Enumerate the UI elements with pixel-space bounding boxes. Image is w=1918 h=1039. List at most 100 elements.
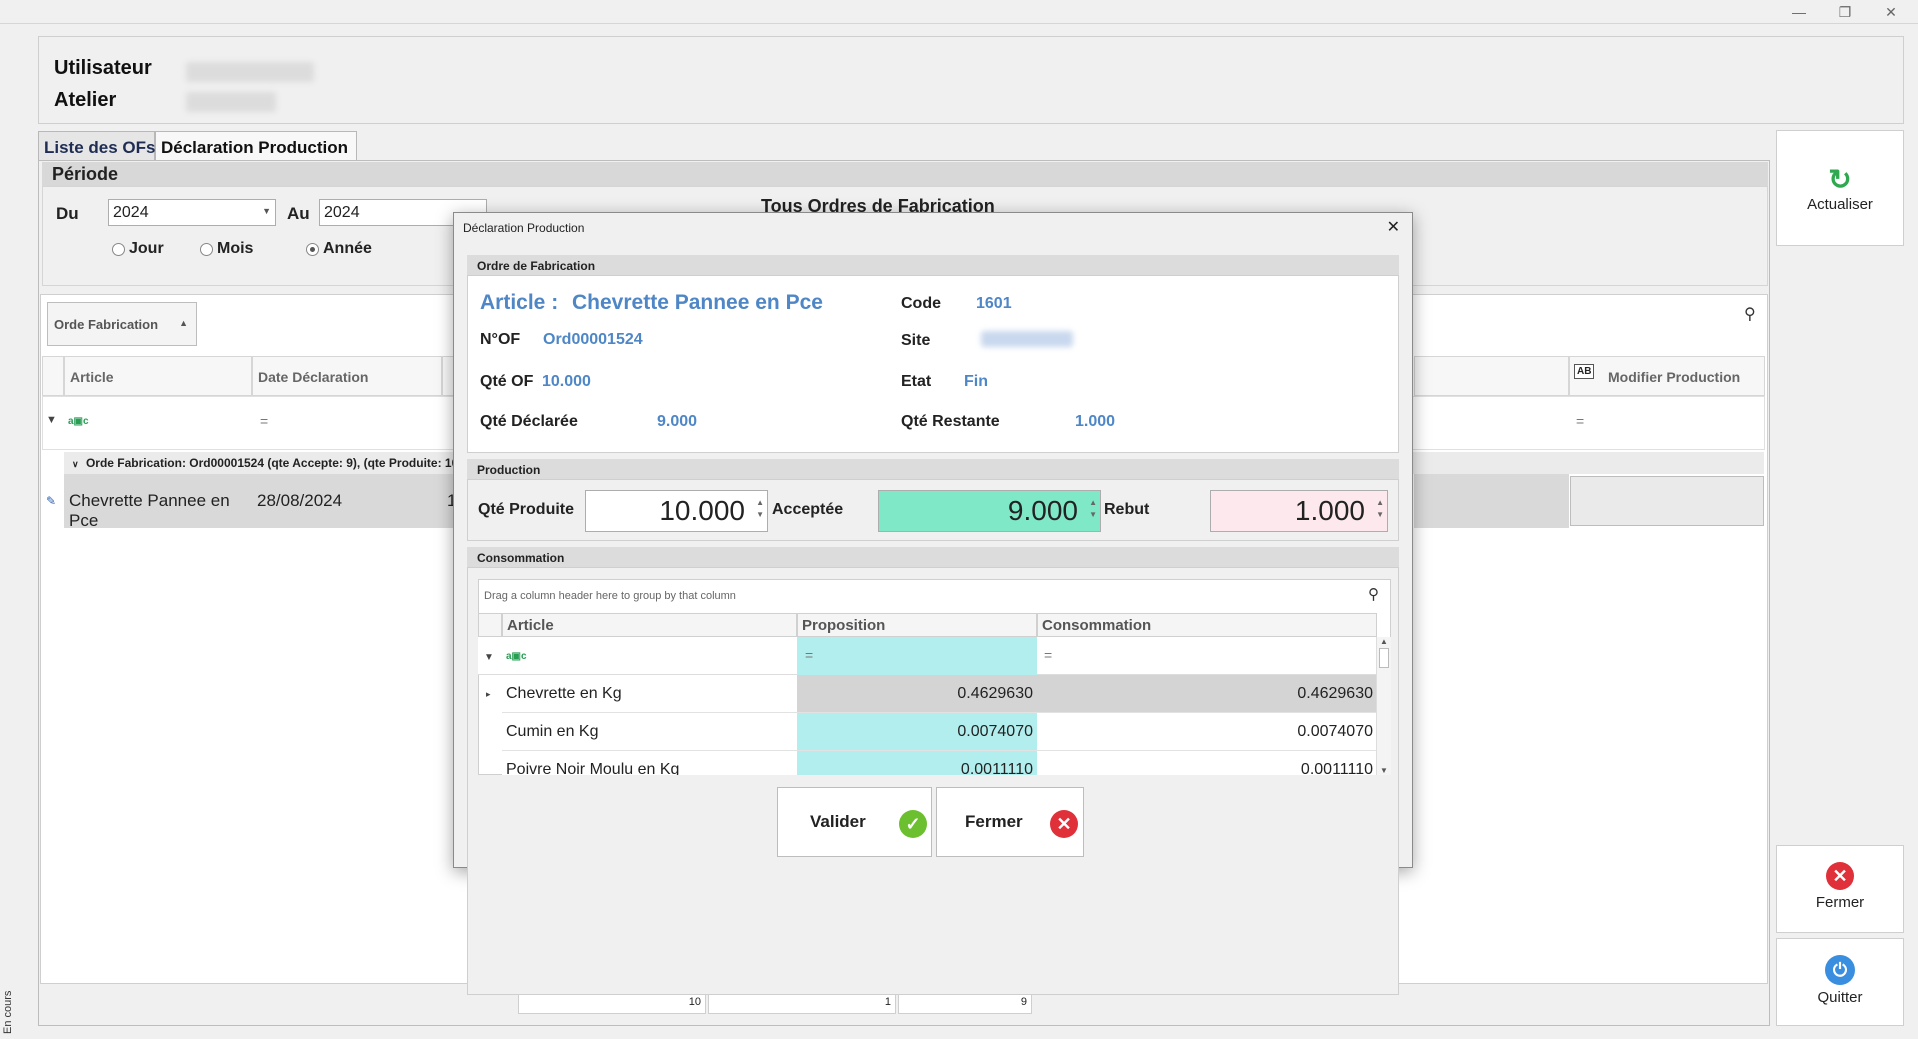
rebut-input[interactable]: 1.000 ▲ ▼ xyxy=(1210,490,1388,532)
row-expand-icon[interactable]: ▸ xyxy=(486,689,491,700)
refresh-button[interactable]: ↻ Actualiser xyxy=(1776,130,1904,246)
spinner-arrows-icon[interactable]: ▲ ▼ xyxy=(756,497,764,521)
cons-row-consommation[interactable]: 0.4629630 xyxy=(1037,675,1377,713)
group-by-order-button[interactable]: Orde Fabrication ▲ xyxy=(47,302,197,346)
acceptee-input[interactable]: 9.000 ▲ ▼ xyxy=(878,490,1101,532)
search-icon[interactable]: ⚲ xyxy=(1744,304,1756,324)
user-label: Utilisateur xyxy=(54,57,152,79)
spinner-arrows-icon[interactable]: ▲ ▼ xyxy=(1376,497,1384,521)
cons-row-article[interactable]: Chevrette en Kg xyxy=(502,675,797,713)
chevron-down-icon: ▼ xyxy=(262,206,271,216)
search-icon[interactable]: ⚲ xyxy=(1368,585,1379,603)
workshop-value-redacted xyxy=(186,92,276,112)
minimize-icon[interactable]: — xyxy=(1776,0,1822,24)
code-value: 1601 xyxy=(976,295,1012,312)
to-label: Au xyxy=(287,204,310,223)
qte-produite-input[interactable]: 10.000 ▲ ▼ xyxy=(585,490,768,532)
cons-row-article[interactable]: Cumin en Kg xyxy=(502,713,797,751)
restore-icon[interactable]: ❐ xyxy=(1822,0,1868,24)
filter-equals: = xyxy=(805,647,814,663)
column-header-modify[interactable]: AB Modifier Production xyxy=(1569,356,1765,396)
cons-row-article[interactable]: Poivre Noir Moulu en Kg xyxy=(502,751,797,775)
cons-row-proposition[interactable]: 0.0011110 xyxy=(797,751,1037,775)
order-section-title: Ordre de Fabrication xyxy=(467,255,1399,275)
cons-column-consommation[interactable]: Consommation xyxy=(1037,613,1377,637)
user-value-redacted xyxy=(186,62,314,82)
from-label: Du xyxy=(56,204,79,223)
scroll-up-icon[interactable]: ▲ xyxy=(1377,637,1391,646)
window-titlebar xyxy=(0,0,1918,24)
nof-value: Ord00001524 xyxy=(543,331,643,348)
rebut-label: Rebut xyxy=(1104,501,1150,518)
cons-row-consommation[interactable]: 0.0011110 xyxy=(1037,751,1377,775)
row-date[interactable]: 28/08/2024 xyxy=(252,474,442,528)
close-window-icon[interactable]: ✕ xyxy=(1868,0,1914,24)
from-value: 2024 xyxy=(113,204,149,221)
filter-icon[interactable]: ▼ xyxy=(46,414,57,426)
qte-declaree-value: 9.000 xyxy=(657,413,698,430)
radio-day-label: Jour xyxy=(129,240,164,257)
filter-equals-modify[interactable]: = xyxy=(1576,413,1584,429)
dialog-close-button[interactable]: Fermer ✕ xyxy=(936,787,1084,857)
filter-text-icon[interactable]: a▣c xyxy=(68,416,89,427)
cons-rows: ▸ Chevrette en Kg 0.4629630 0.4629630 Cu… xyxy=(478,675,1377,775)
close-button[interactable]: ✕ Fermer xyxy=(1776,845,1904,933)
dialog-close-icon[interactable]: ✕ xyxy=(1387,217,1400,237)
close-icon: ✕ xyxy=(1050,810,1078,838)
edit-pencil-icon: ✎ xyxy=(46,494,57,508)
qte-restante-value: 1.000 xyxy=(1075,413,1116,430)
validate-label: Valider xyxy=(810,812,866,831)
tab-declaration-production[interactable]: Déclaration Production xyxy=(155,131,357,160)
cons-scrollbar[interactable]: ▲ ▼ xyxy=(1376,637,1391,775)
scroll-thumb[interactable] xyxy=(1379,648,1389,668)
production-section-title: Production xyxy=(467,459,1399,479)
row-article[interactable]: Chevrette Pannee en Pce xyxy=(64,474,252,530)
consommation-section-title: Consommation xyxy=(467,547,1399,567)
cons-row-consommation[interactable]: 0.0074070 xyxy=(1037,713,1377,751)
radio-dot xyxy=(200,242,213,256)
column-header-blank[interactable] xyxy=(1414,356,1569,396)
nof-label: N°OF xyxy=(480,331,521,348)
drag-hint: Drag a column header here to group by th… xyxy=(484,590,736,602)
etat-label: Etat xyxy=(901,373,932,390)
radio-year-label: Année xyxy=(323,240,372,257)
tab-liste-ofs[interactable]: Liste des OFs xyxy=(38,131,155,160)
rebut-value: 1.000 xyxy=(1294,495,1365,526)
refresh-icon: ↻ xyxy=(1828,164,1852,195)
spinner-arrows-icon[interactable]: ▲ ▼ xyxy=(1089,497,1097,521)
qte-produite-label: Qté Produite xyxy=(478,501,575,518)
power-icon: ⏻ xyxy=(1825,955,1855,985)
etat-value: Fin xyxy=(964,373,988,390)
filter-icon[interactable]: ▼ xyxy=(484,652,494,663)
column-header-date[interactable]: Date Déclaration xyxy=(252,356,442,396)
sort-up-icon: ▲ xyxy=(179,318,188,328)
checkmark-icon: ✓ xyxy=(899,810,927,838)
scroll-down-icon[interactable]: ▼ xyxy=(1377,766,1391,775)
cons-indicator-header xyxy=(478,613,502,637)
cons-column-article[interactable]: Article xyxy=(502,613,797,637)
filter-text-icon[interactable]: a▣c xyxy=(506,651,527,662)
radio-day[interactable]: Jour xyxy=(112,240,164,258)
site-label: Site xyxy=(901,332,931,349)
radio-month[interactable]: Mois xyxy=(200,240,253,258)
cons-filter-consommation[interactable]: = xyxy=(1044,647,1052,663)
article-value: Chevrette Pannee en Pce xyxy=(572,291,823,314)
cons-filter-proposition[interactable]: = xyxy=(797,637,1037,675)
cons-row-proposition[interactable]: 0.4629630 xyxy=(797,675,1037,713)
period-title: Période xyxy=(42,162,1768,186)
quit-button[interactable]: ⏻ Quitter xyxy=(1776,938,1904,1026)
user-info-panel xyxy=(38,36,1904,124)
from-combo[interactable]: 2024 ▼ xyxy=(108,199,276,226)
column-header-article[interactable]: Article xyxy=(64,356,252,396)
filter-equals-date[interactable]: = xyxy=(260,413,268,429)
group-row-label: Orde Fabrication: Ord00001524 (qte Accep… xyxy=(85,456,459,470)
validate-button[interactable]: Valider ✓ xyxy=(777,787,932,857)
cons-row-proposition[interactable]: 0.0074070 xyxy=(797,713,1037,751)
acceptee-value: 9.000 xyxy=(1007,495,1078,526)
group-button-label: Orde Fabrication xyxy=(54,317,159,332)
acceptee-label: Acceptée xyxy=(772,501,844,518)
modify-production-button[interactable] xyxy=(1570,476,1764,526)
qte-of-value: 10.000 xyxy=(542,373,591,390)
cons-column-proposition[interactable]: Proposition xyxy=(797,613,1037,637)
radio-year[interactable]: Année xyxy=(306,240,372,258)
